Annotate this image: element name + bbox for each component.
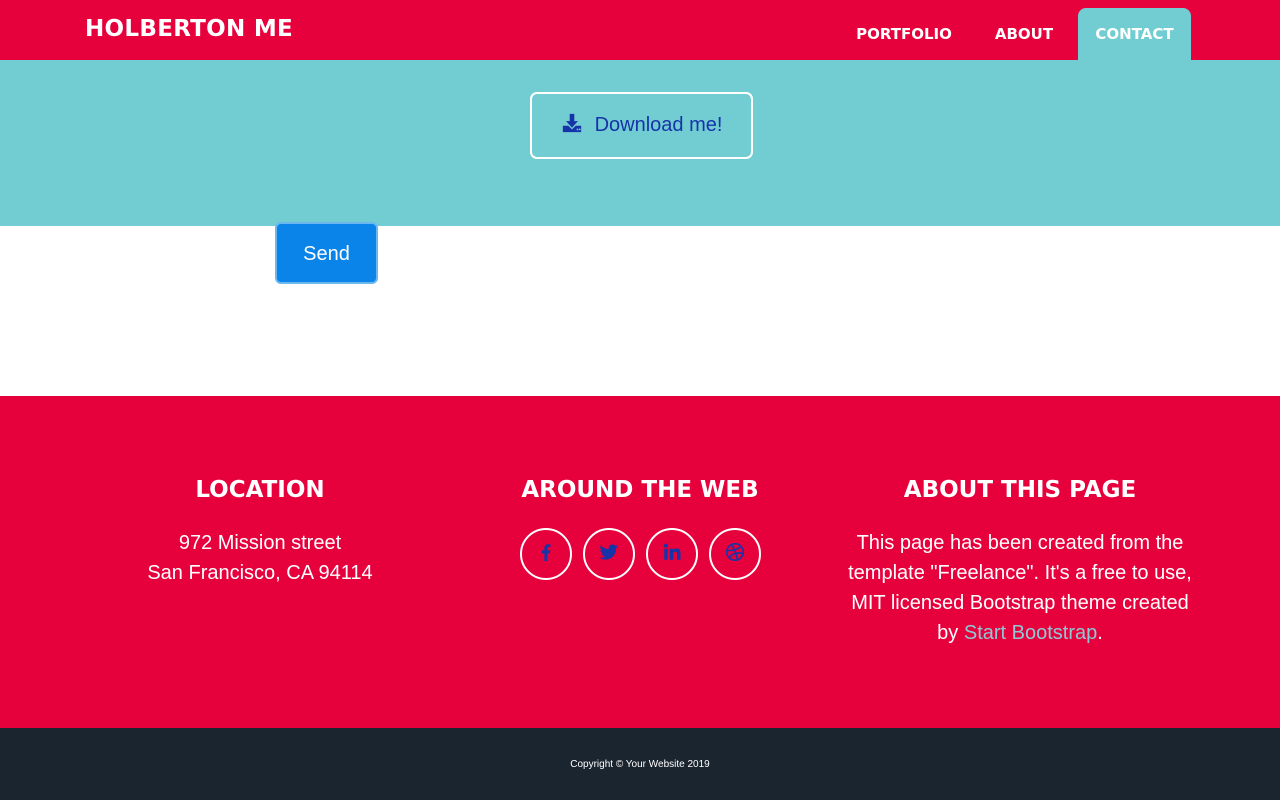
about-text-end: . bbox=[1097, 622, 1103, 644]
address-line2: San Francisco, CA 94114 bbox=[147, 562, 373, 584]
twitter-button[interactable] bbox=[582, 528, 635, 580]
start-bootstrap-link[interactable]: Start Bootstrap bbox=[964, 622, 1097, 644]
download-button[interactable]: Download me! bbox=[530, 92, 753, 159]
location-address: 972 Mission street San Francisco, CA 941… bbox=[85, 528, 435, 588]
address-line1: 972 Mission street bbox=[178, 532, 342, 554]
location-heading: LOCATION bbox=[195, 477, 325, 503]
nav-item-portfolio[interactable]: PORTFOLIO bbox=[838, 8, 970, 60]
facebook-button[interactable] bbox=[519, 528, 572, 580]
send-button[interactable]: Send bbox=[275, 222, 378, 284]
copyright-bar: Copyright © Your Website 2019 bbox=[0, 728, 1280, 800]
nav-item-about[interactable]: ABOUT bbox=[978, 8, 1070, 60]
social-heading: AROUND THE WEB bbox=[521, 477, 759, 503]
download-section: Download me! bbox=[0, 60, 1280, 226]
about-text: This page has been created from the temp… bbox=[845, 528, 1195, 648]
nav-item-contact[interactable]: CONTACT bbox=[1078, 8, 1191, 60]
dribbble-button[interactable] bbox=[708, 528, 761, 580]
brand-link[interactable]: HOLBERTON ME bbox=[85, 18, 293, 41]
copyright-text: Copyright © Your Website 2019 bbox=[570, 758, 710, 770]
linkedin-icon bbox=[661, 541, 683, 568]
about-heading: ABOUT THIS PAGE bbox=[903, 477, 1137, 503]
dribbble-icon bbox=[724, 541, 746, 568]
download-label: Download me! bbox=[594, 114, 723, 136]
navbar: HOLBERTON ME PORTFOLIO ABOUT CONTACT bbox=[0, 0, 1280, 60]
download-icon bbox=[561, 112, 583, 140]
facebook-icon bbox=[535, 541, 557, 568]
twitter-icon bbox=[598, 541, 620, 568]
linkedin-button[interactable] bbox=[645, 528, 698, 580]
footer: LOCATION 972 Mission street San Francisc… bbox=[0, 396, 1280, 728]
social-links bbox=[465, 528, 815, 580]
